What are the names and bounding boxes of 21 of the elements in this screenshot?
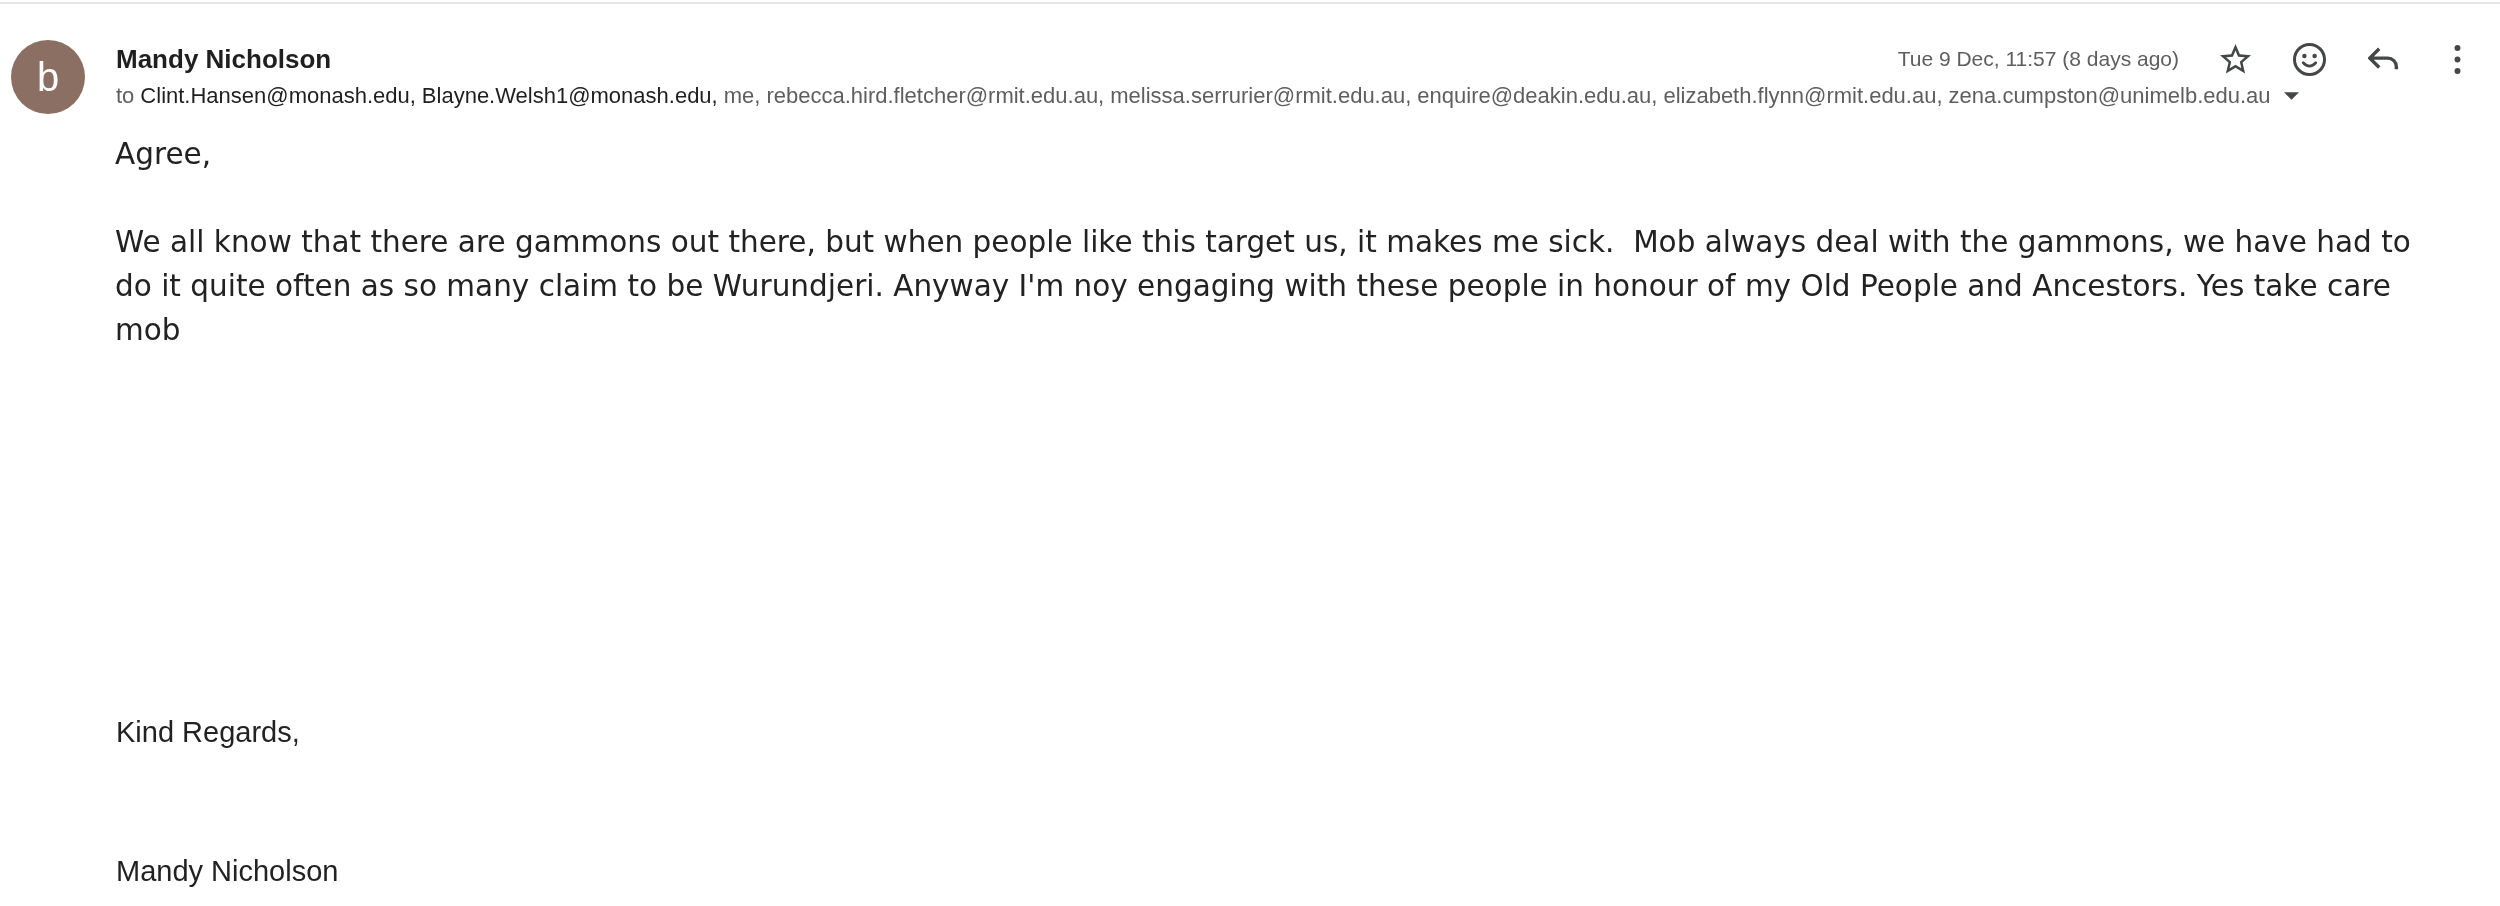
recipient-name: rebecca.hird.fletcher@rmit.edu.au, (766, 82, 1105, 110)
smiley-icon[interactable] (2292, 42, 2326, 76)
sender-name: Mandy Nicholson (116, 43, 332, 75)
recipient-name: zena.cumpston@unimelb.edu.au (1948, 82, 2271, 110)
sender-avatar[interactable]: b (11, 40, 85, 114)
caret-icon[interactable] (2283, 92, 2299, 100)
message-date: Tue 9 Dec, 11:57 (8 days ago) (1897, 46, 2179, 72)
to-label: to (116, 82, 135, 110)
recipient-name: me, (723, 82, 761, 110)
star-icon[interactable] (2219, 44, 2251, 74)
recipient-name: Clint.Hansen@monash.edu, (140, 82, 416, 110)
signature-closing: Kind Regards, (116, 715, 300, 750)
reply-icon[interactable] (2367, 47, 2399, 71)
recipient-name: elizabeth.flynn@rmit.edu.au, (1663, 82, 1943, 110)
message-paragraph: Agree, (115, 136, 213, 173)
recipient-name: melissa.serrurier@rmit.edu.au, (1110, 82, 1412, 110)
message-paragraph: We all know that there are gammons out there, but when people like this target us, it makes me sick. Mob always deal with the gammons, we have had to do it quite often as so many claim to be Wurundjeri. Anyway I'm noy engaging with these people in honour of my Old People and Ancestors. Yes take care mob (115, 224, 2412, 349)
more-options-icon[interactable] (2453, 44, 2461, 74)
recipient-name: Blayne.Welsh1@monash.edu, (421, 82, 718, 110)
recipient-name: enquire@deakin.edu.au, (1417, 82, 1658, 110)
signature-name: Mandy Nicholson (116, 854, 339, 889)
